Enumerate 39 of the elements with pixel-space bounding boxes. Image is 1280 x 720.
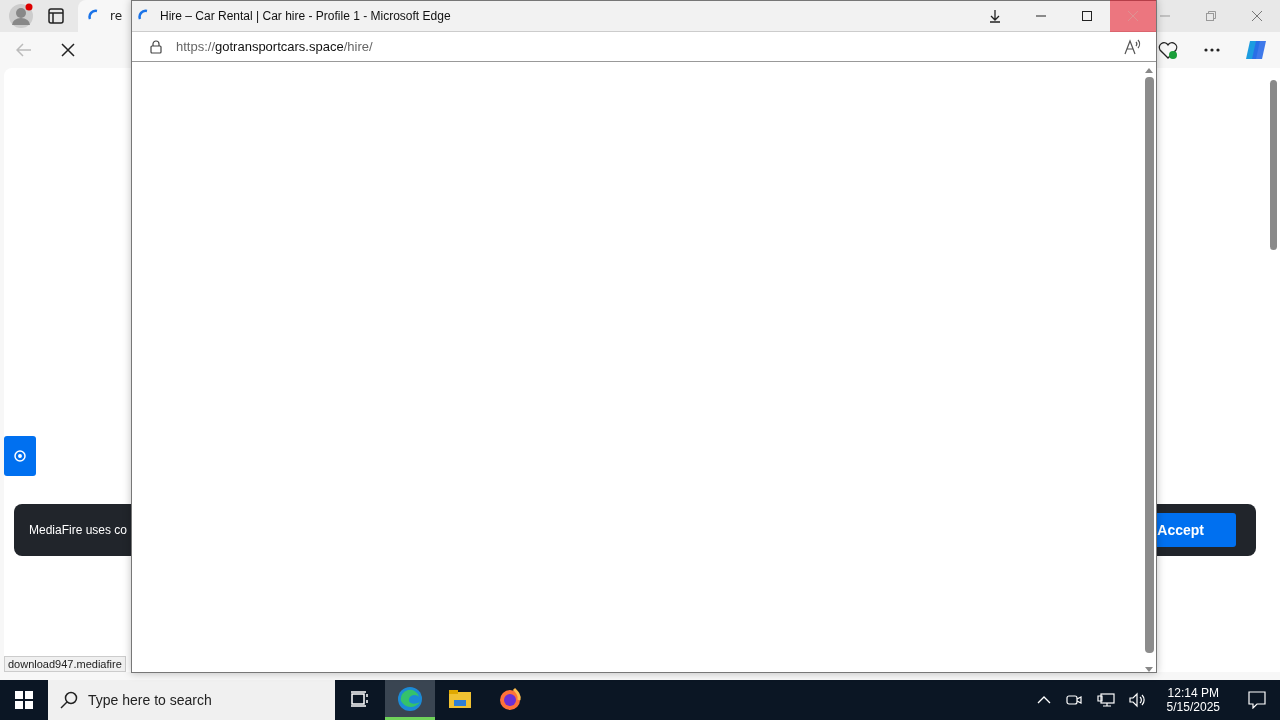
clock[interactable]: 12:14 PM 5/15/2025: [1156, 686, 1230, 714]
chevron-up-icon: [1036, 696, 1051, 704]
taskbar-app[interactable]: [385, 680, 435, 720]
tab-actions-icon[interactable]: [48, 8, 64, 24]
status-url: download947.mediafire: [4, 656, 126, 672]
message-icon: [1248, 691, 1266, 709]
restore-icon: [1206, 11, 1216, 21]
clock-time: 12:14 PM: [1167, 686, 1219, 700]
folder-icon: [448, 688, 472, 709]
scroll-up-icon[interactable]: [1145, 68, 1153, 73]
maximize-icon: [1082, 11, 1092, 21]
target-icon: [13, 449, 27, 463]
close-icon: [1251, 10, 1263, 22]
search-field[interactable]: Type here to search: [48, 680, 335, 720]
close-icon: [61, 43, 75, 57]
close-icon: [1128, 11, 1138, 21]
search-icon: [60, 691, 78, 709]
profile-avatar-icon[interactable]: [8, 3, 34, 29]
copilot-icon: [1244, 38, 1268, 62]
read-aloud-icon[interactable]: [1124, 38, 1142, 55]
floating-button[interactable]: [4, 436, 36, 476]
tab-title: re: [110, 9, 123, 23]
back-arrow-icon: [16, 43, 32, 57]
more-dots-icon: [1204, 48, 1220, 52]
firefox-icon: [498, 686, 522, 711]
window-title: Hire – Car Rental | Car hire - Profile 1 - Microsoft Edge: [160, 9, 451, 23]
windows-icon: [15, 691, 33, 709]
heart-pulse-icon: [1157, 40, 1179, 60]
camera-icon: [1064, 692, 1083, 708]
clock-date: 5/15/2025: [1166, 700, 1220, 714]
url-text: https://gotransportcars.space/hire/: [176, 39, 373, 54]
speaker-icon: [1128, 692, 1147, 708]
scroll-down-icon[interactable]: [1145, 667, 1153, 672]
edge-icon: [397, 685, 423, 712]
download-icon: [987, 8, 1003, 24]
cookie-text: MediaFire uses co: [29, 523, 128, 537]
network-icon: [1096, 692, 1115, 708]
lock-icon: [150, 39, 162, 54]
task-view-icon: [350, 689, 370, 708]
